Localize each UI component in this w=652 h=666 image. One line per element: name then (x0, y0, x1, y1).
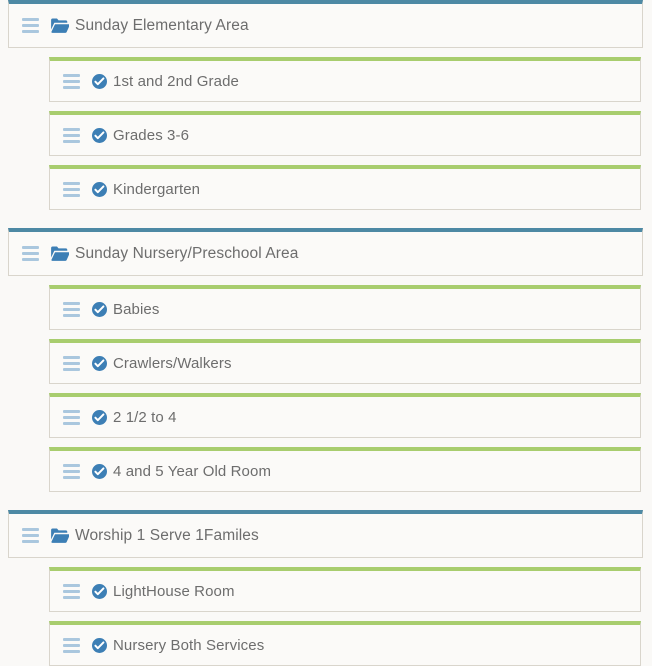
room-label: Crawlers/Walkers (113, 354, 232, 372)
area-label: Sunday Elementary Area (75, 16, 249, 34)
room-row[interactable]: 2 1/2 to 4 (49, 393, 641, 438)
room-label: Nursery Both Services (113, 636, 265, 654)
room-row[interactable]: Babies (49, 285, 641, 330)
check-circle-icon (92, 583, 107, 599)
room-row[interactable]: 4 and 5 Year Old Room (49, 447, 641, 492)
drag-handle-icon[interactable] (22, 18, 39, 33)
area-group: Worship 1 Serve 1Familes LightHouse Room (0, 510, 652, 666)
check-circle-icon (92, 409, 107, 425)
area-row[interactable]: Sunday Nursery/Preschool Area (8, 228, 643, 276)
drag-handle-icon[interactable] (22, 246, 39, 261)
room-row[interactable]: Kindergarten (49, 165, 641, 210)
area-group: Sunday Nursery/Preschool Area Babies Cra… (0, 228, 652, 501)
room-row[interactable]: Nursery Both Services (49, 621, 641, 666)
check-circle-icon (92, 637, 107, 653)
folder-open-icon (51, 246, 69, 262)
room-label: 1st and 2nd Grade (113, 72, 239, 90)
room-row[interactable]: Grades 3-6 (49, 111, 641, 156)
area-label: Worship 1 Serve 1Familes (75, 526, 259, 544)
check-circle-icon (92, 301, 107, 317)
room-row[interactable]: Crawlers/Walkers (49, 339, 641, 384)
room-label: Grades 3-6 (113, 126, 190, 144)
drag-handle-icon[interactable] (63, 409, 80, 425)
room-label: Kindergarten (113, 180, 201, 198)
room-row[interactable]: 1st and 2nd Grade (49, 57, 641, 102)
drag-handle-icon[interactable] (63, 583, 80, 599)
room-label: 2 1/2 to 4 (113, 408, 177, 426)
check-circle-icon (92, 355, 107, 371)
room-label: Babies (113, 300, 160, 318)
room-label: LightHouse Room (113, 582, 235, 600)
area-label: Sunday Nursery/Preschool Area (75, 244, 299, 262)
room-label: 4 and 5 Year Old Room (113, 462, 272, 480)
check-circle-icon (92, 73, 107, 89)
area-group: Sunday Elementary Area 1st and 2nd Grade (0, 0, 652, 219)
area-row[interactable]: Worship 1 Serve 1Familes (8, 510, 643, 558)
area-row[interactable]: Sunday Elementary Area (8, 0, 643, 48)
check-circle-icon (92, 181, 107, 197)
folder-open-icon (51, 18, 69, 34)
drag-handle-icon[interactable] (63, 127, 80, 143)
drag-handle-icon[interactable] (63, 301, 80, 317)
drag-handle-icon[interactable] (63, 181, 80, 197)
check-circle-icon (92, 463, 107, 479)
drag-handle-icon[interactable] (63, 463, 80, 479)
room-row[interactable]: LightHouse Room (49, 567, 641, 612)
area-room-tree: Sunday Elementary Area 1st and 2nd Grade (0, 0, 652, 666)
check-circle-icon (92, 127, 107, 143)
folder-open-icon (51, 528, 69, 544)
drag-handle-icon[interactable] (63, 73, 80, 89)
drag-handle-icon[interactable] (63, 355, 80, 371)
drag-handle-icon[interactable] (63, 637, 80, 653)
drag-handle-icon[interactable] (22, 528, 39, 543)
